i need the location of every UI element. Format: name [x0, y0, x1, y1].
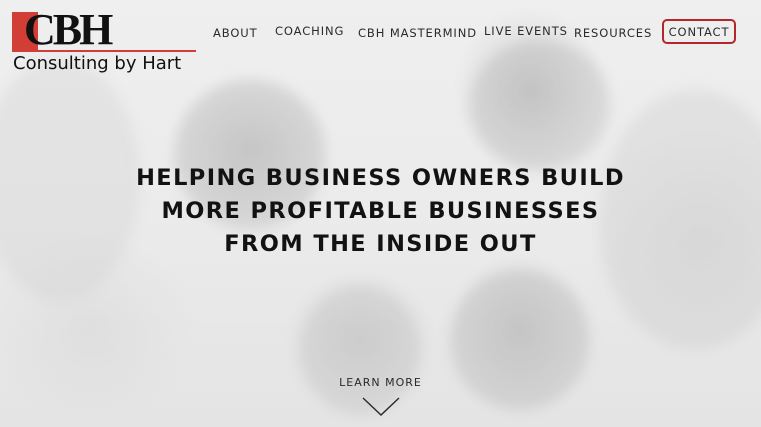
logo-rule [12, 50, 196, 52]
nav-live-events[interactable]: LIVE EVENTS [484, 24, 568, 38]
logo-letters: CBH [24, 5, 113, 54]
site-logo[interactable]: CBH Consulting by Hart [12, 8, 198, 76]
hero-image-shape [470, 40, 610, 170]
nav-resources[interactable]: RESOURCES [574, 26, 652, 40]
hero-headline-line: FROM THE INSIDE OUT [224, 231, 537, 257]
chevron-down-icon[interactable] [362, 396, 400, 418]
hero-image-shape [300, 285, 420, 415]
hero-image-shape [450, 270, 590, 410]
logo-tagline: Consulting by Hart [13, 53, 182, 74]
hero-headline-line: MORE PROFITABLE BUSINESSES [161, 198, 600, 224]
learn-more-link[interactable]: LEARN MORE [0, 376, 761, 389]
nav-cbh-mastermind[interactable]: CBH MASTERMIND [358, 26, 477, 40]
nav-about[interactable]: ABOUT [213, 26, 258, 40]
hero-headline: HELPING BUSINESS OWNERS BUILD MORE PROFI… [0, 162, 761, 261]
nav-contact-button[interactable]: CONTACT [662, 19, 736, 44]
nav-coaching[interactable]: COACHING [275, 24, 344, 38]
hero-headline-line: HELPING BUSINESS OWNERS BUILD [136, 165, 625, 191]
